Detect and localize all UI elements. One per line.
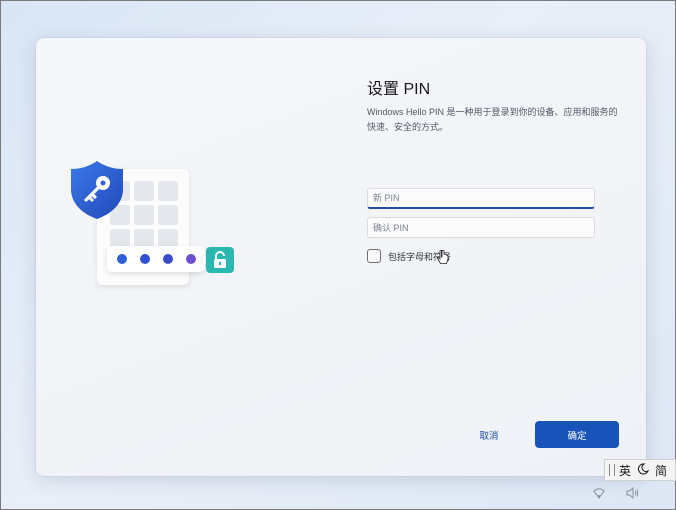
- moon-icon[interactable]: [637, 462, 650, 478]
- volume-icon[interactable]: [626, 486, 640, 502]
- ime-script-toggle[interactable]: 简: [655, 462, 667, 479]
- cancel-button[interactable]: 取消: [469, 428, 509, 442]
- shield-key-icon: [69, 159, 125, 221]
- hand-cursor-icon: [437, 249, 449, 265]
- keypad-key: [134, 181, 154, 201]
- ime-mode-toggle[interactable]: 英: [619, 462, 631, 479]
- pin-dots-bar: [107, 246, 205, 272]
- new-pin-input[interactable]: [367, 188, 595, 209]
- page-title: 设置 PIN: [367, 81, 431, 98]
- pin-dot: [140, 254, 150, 264]
- confirm-pin-input[interactable]: [367, 217, 595, 238]
- network-icon[interactable]: [593, 487, 605, 502]
- keypad-key: [134, 205, 154, 225]
- keypad-key: [158, 181, 178, 201]
- ime-toolbar: 英 简: [604, 459, 676, 481]
- page-description: Windows Hello PIN 是一种用于登录到你的设备、应用和服务的快速、…: [367, 107, 618, 132]
- pin-illustration: [69, 159, 239, 293]
- ime-drag-handle[interactable]: [609, 464, 615, 476]
- pin-dot: [117, 254, 127, 264]
- pin-dot: [163, 254, 173, 264]
- ok-button[interactable]: 确定: [535, 421, 619, 448]
- include-letters-checkbox[interactable]: [367, 249, 381, 263]
- pin-dot: [186, 254, 196, 264]
- unlock-icon: [206, 247, 234, 273]
- keypad-key: [158, 205, 178, 225]
